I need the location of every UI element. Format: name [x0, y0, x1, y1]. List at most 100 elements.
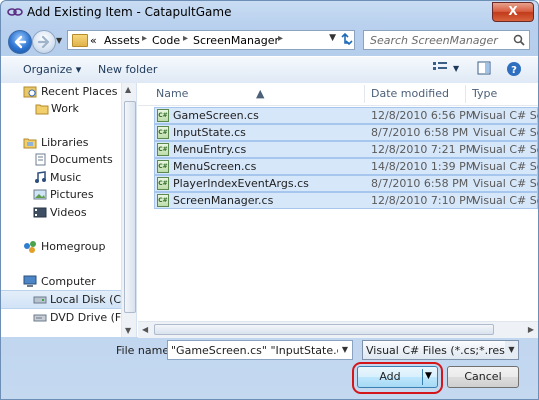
- nav-label: Documents: [50, 153, 113, 166]
- recent-pages-dropdown-icon[interactable]: ▼: [56, 36, 62, 45]
- close-button[interactable]: X: [492, 2, 534, 22]
- nav-item-homegroup[interactable]: Homegroup: [1, 238, 136, 256]
- address-history-dropdown-icon[interactable]: ▼: [329, 33, 336, 43]
- column-date-modified[interactable]: Date modified: [371, 87, 449, 100]
- csharp-file-icon: C#: [157, 126, 169, 139]
- new-folder-button[interactable]: New folder: [98, 63, 157, 76]
- nav-item-recent-places[interactable]: Recent Places: [1, 83, 136, 101]
- breadcrumb-assets[interactable]: Assets: [104, 34, 140, 47]
- file-row[interactable]: C# GameScreen.cs 12/8/2010 6:56 PM Visua…: [154, 107, 538, 124]
- nav-label: Pictures: [50, 188, 94, 201]
- file-type: Visual C# Sou: [473, 143, 538, 156]
- scroll-up-icon[interactable]: ▲: [125, 85, 131, 94]
- title-bar[interactable]: Add Existing Item - CatapultGame X: [1, 1, 538, 23]
- file-date: 8/7/2010 6:58 PM: [371, 126, 469, 139]
- file-row[interactable]: C# MenuScreen.cs 14/8/2010 1:39 PM Visua…: [154, 158, 538, 175]
- scroll-right-icon[interactable]: ▶: [528, 325, 534, 334]
- csharp-file-icon: C#: [157, 194, 169, 207]
- scroll-left-icon[interactable]: ◀: [142, 325, 148, 334]
- column-name[interactable]: Name: [156, 87, 188, 100]
- homegroup-icon: [24, 241, 36, 253]
- nav-item-pictures[interactable]: Pictures: [1, 186, 136, 204]
- pictures-icon: [33, 189, 47, 200]
- command-toolbar: Organize ▾ New folder ▼ ?: [1, 56, 538, 84]
- add-button[interactable]: Add ▼: [357, 366, 438, 388]
- refresh-icon: [341, 32, 353, 46]
- refresh-button[interactable]: [339, 31, 355, 47]
- dialog-footer: File name: "GameScreen.cs" "InputState.c…: [1, 337, 538, 399]
- file-date: 14/8/2010 1:39 PM: [371, 160, 476, 173]
- nav-item-videos[interactable]: Videos: [1, 204, 136, 222]
- address-overflow-chevron[interactable]: «: [90, 34, 97, 47]
- nav-item-work[interactable]: Work: [1, 100, 136, 118]
- navigation-pane: Recent Places Work Libraries Documents M…: [1, 83, 137, 337]
- breadcrumb-separator-icon[interactable]: ▸: [142, 33, 147, 44]
- navigation-scrollbar[interactable]: ▲ ▼: [121, 83, 136, 337]
- breadcrumb-code[interactable]: Code: [152, 34, 180, 47]
- search-placeholder: Search ScreenManager: [370, 34, 498, 47]
- file-name-field[interactable]: "GameScreen.cs" "InputState.cs" "Mer ▼: [167, 340, 353, 360]
- file-row[interactable]: C# ScreenManager.cs 12/8/2010 7:10 PM Vi…: [154, 192, 538, 209]
- nav-label: Work: [51, 102, 79, 115]
- column-type[interactable]: Type: [472, 87, 497, 100]
- file-type-filter[interactable]: Visual C# Files (*.cs;*.resx;*.setti ▼: [362, 340, 519, 360]
- computer-icon: [23, 275, 37, 287]
- column-divider[interactable]: [465, 85, 466, 103]
- file-name: MenuScreen.cs: [173, 160, 257, 173]
- csharp-file-icon: C#: [157, 160, 169, 173]
- navigation-bar: ▼ « Assets ▸ Code ▸ ScreenManager ▸ ▼ Se…: [1, 27, 538, 55]
- file-row[interactable]: C# MenuEntry.cs 12/8/2010 7:21 PM Visual…: [154, 141, 538, 158]
- csharp-file-icon: C#: [157, 109, 169, 122]
- address-bar[interactable]: « Assets ▸ Code ▸ ScreenManager ▸ ▼: [67, 30, 355, 50]
- nav-item-music[interactable]: Music: [1, 169, 136, 187]
- nav-label: Computer: [41, 275, 96, 288]
- libraries-icon: [23, 138, 37, 149]
- nav-item-computer[interactable]: Computer: [1, 273, 136, 291]
- file-date: 12/8/2010 7:21 PM: [371, 143, 476, 156]
- breadcrumb-screenmanager[interactable]: ScreenManager: [193, 34, 279, 47]
- documents-icon: [35, 153, 46, 166]
- add-button-label: Add: [379, 370, 401, 383]
- back-button[interactable]: [8, 30, 32, 54]
- nav-item-libraries[interactable]: Libraries: [1, 134, 136, 152]
- forward-button[interactable]: [32, 30, 56, 54]
- svg-text:?: ?: [511, 65, 517, 76]
- scroll-down-icon[interactable]: ▼: [125, 326, 131, 335]
- file-type-filter-value: Visual C# Files (*.cs;*.resx;*.setti: [366, 344, 518, 357]
- file-date: 12/8/2010 7:10 PM: [371, 194, 476, 207]
- file-list-scrollbar[interactable]: ◀ ▶: [138, 321, 538, 338]
- add-existing-item-dialog: Add Existing Item - CatapultGame X ▼ « A…: [0, 0, 539, 400]
- filter-dropdown-icon[interactable]: ▼: [505, 341, 518, 359]
- views-dropdown-icon[interactable]: ▼: [453, 64, 459, 73]
- breadcrumb-separator-icon[interactable]: ▸: [278, 33, 283, 44]
- file-name-dropdown-icon[interactable]: ▼: [338, 341, 352, 359]
- file-row[interactable]: C# InputState.cs 8/7/2010 6:58 PM Visual…: [154, 124, 538, 141]
- help-icon[interactable]: ?: [505, 61, 523, 77]
- nav-item-local-disk[interactable]: Local Disk (C:): [1, 290, 136, 309]
- file-type: Visual C# Sou: [473, 109, 538, 122]
- search-input[interactable]: Search ScreenManager: [363, 30, 530, 50]
- back-arrow-icon: [14, 35, 27, 49]
- disk-icon: [33, 296, 47, 304]
- column-divider[interactable]: [364, 85, 365, 103]
- search-icon[interactable]: [513, 34, 525, 46]
- file-type: Visual C# Sou: [473, 177, 538, 190]
- file-date: 12/8/2010 6:56 PM: [371, 109, 476, 122]
- scrollbar-thumb[interactable]: [154, 324, 494, 335]
- add-options-dropdown-icon[interactable]: ▼: [425, 371, 432, 381]
- nav-item-dvd-drive[interactable]: DVD Drive (F:) CD: [1, 309, 136, 327]
- breadcrumb-separator-icon[interactable]: ▸: [183, 33, 188, 44]
- recent-places-icon: [23, 86, 37, 98]
- preview-pane-icon[interactable]: [475, 61, 493, 77]
- csharp-file-icon: C#: [157, 177, 169, 190]
- file-row[interactable]: C# PlayerIndexEventArgs.cs 8/7/2010 6:58…: [154, 175, 538, 192]
- scrollbar-thumb[interactable]: [124, 101, 136, 313]
- nav-label: Videos: [50, 206, 87, 219]
- nav-item-documents[interactable]: Documents: [1, 151, 136, 169]
- file-type: Visual C# Sou: [473, 194, 538, 207]
- file-name: GameScreen.cs: [173, 109, 259, 122]
- organize-button[interactable]: Organize ▾: [23, 63, 81, 76]
- cancel-button[interactable]: Cancel: [447, 366, 519, 388]
- views-icon[interactable]: [431, 61, 449, 77]
- column-header-row: ▲ Name Date modified Type: [138, 83, 538, 106]
